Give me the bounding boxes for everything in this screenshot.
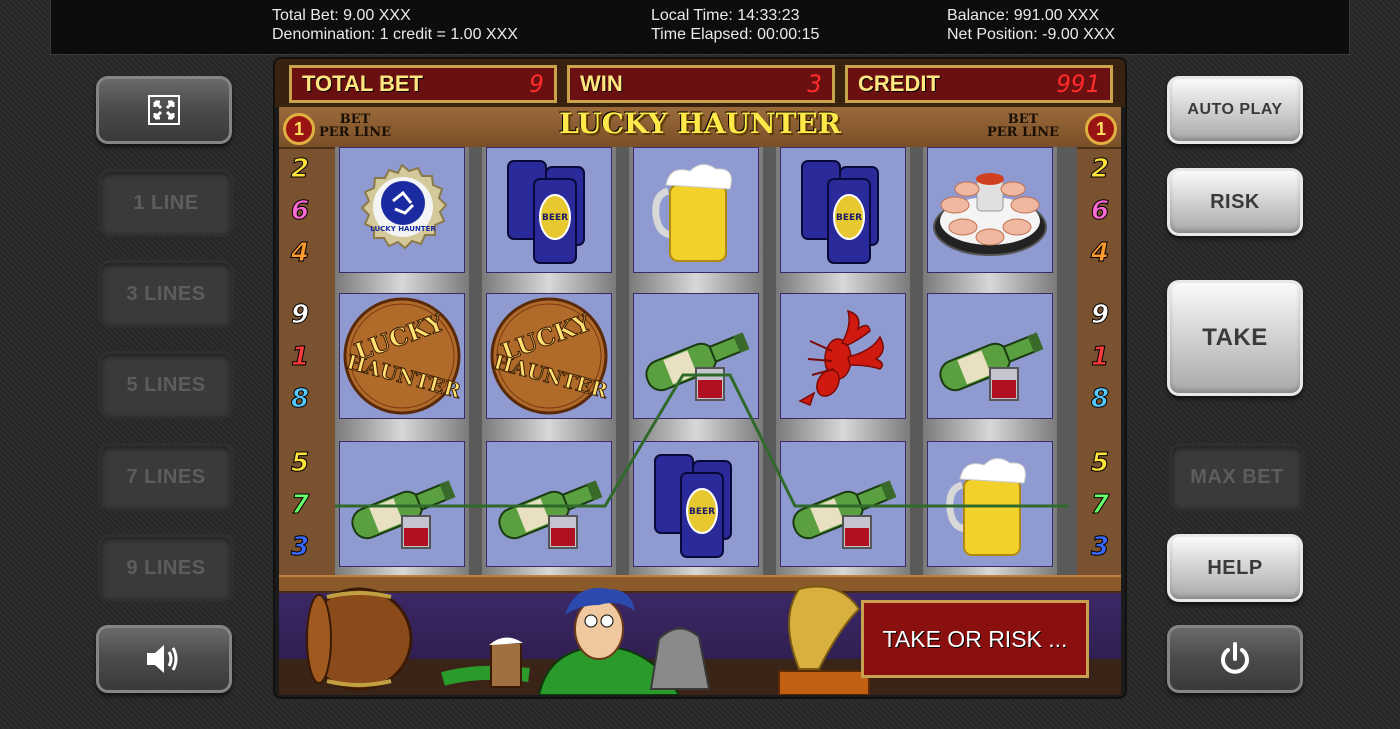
lines-7-label: 7 LINES xyxy=(126,465,206,488)
bet-per-line-right-label: BET PER LINE xyxy=(987,113,1059,139)
right-line-number-7: 7 xyxy=(1090,490,1110,520)
right-line-number-3: 3 xyxy=(1090,532,1110,562)
power-icon xyxy=(1221,642,1249,674)
total-bet-meter-value: 9 xyxy=(529,70,544,98)
fullscreen-icon xyxy=(148,95,180,125)
auto-play-button[interactable]: AUTO PLAY xyxy=(1167,76,1303,144)
lines-5-label: 5 LINES xyxy=(126,373,206,396)
win-meter-label: WIN xyxy=(580,71,623,96)
total-bet-meter-label: TOTAL BET xyxy=(302,71,423,96)
max-bet-label: MAX BET xyxy=(1190,465,1284,488)
right-line-number-5: 5 xyxy=(1090,448,1110,478)
denomination-info: Denomination: 1 credit = 1.00 XXX xyxy=(272,26,518,43)
credit-meter-label: CREDIT xyxy=(858,71,940,96)
lines-3-label: 3 LINES xyxy=(126,282,206,305)
reels-area: LUCKY HAUNTER LUCKY HAUNTER BEER LUCKY H… xyxy=(335,147,1077,575)
left-line-number-2: 2 xyxy=(290,154,310,184)
take-or-risk-message: TAKE OR RISK ... xyxy=(861,600,1089,678)
credit-meter: CREDIT 991 xyxy=(845,65,1113,103)
right-line-number-4: 4 xyxy=(1090,238,1110,268)
risk-label: RISK xyxy=(1210,190,1260,213)
gramophone-icon xyxy=(778,585,870,695)
left-line-number-9: 9 xyxy=(290,300,310,330)
lines-5-button[interactable]: 5 LINES xyxy=(98,351,234,419)
lines-1-button[interactable]: 1 LINE xyxy=(98,169,234,237)
help-label: HELP xyxy=(1207,556,1263,579)
man-character-icon xyxy=(441,588,681,695)
net-position-info: Net Position: -9.00 XXX xyxy=(947,26,1116,43)
lines-3-button[interactable]: 3 LINES xyxy=(98,260,234,328)
sound-button[interactable] xyxy=(96,625,232,693)
take-label: TAKE xyxy=(1202,324,1268,351)
credit-meter-value: 991 xyxy=(1056,70,1100,98)
win-meter: WIN 3 xyxy=(567,65,835,103)
barrel-icon xyxy=(305,587,413,691)
power-button[interactable] xyxy=(1167,625,1303,693)
help-button[interactable]: HELP xyxy=(1167,534,1303,602)
total-bet-info: Total Bet: 9.00 XXX xyxy=(272,7,411,24)
bet-per-line-right-coin: 1 xyxy=(1085,113,1117,145)
fullscreen-button[interactable] xyxy=(96,76,232,144)
left-line-number-3: 3 xyxy=(290,532,310,562)
lines-1-label: 1 LINE xyxy=(133,191,199,214)
game-screen[interactable]: TOTAL BET 9 WIN 3 CREDIT 991 1 BET PER LI… xyxy=(273,57,1127,699)
lines-7-button[interactable]: 7 LINES xyxy=(98,443,234,511)
left-line-number-7: 7 xyxy=(290,490,310,520)
right-line-number-8: 8 xyxy=(1090,384,1110,414)
total-bet-meter: TOTAL BET 9 xyxy=(289,65,557,103)
max-bet-button[interactable]: MAX BET xyxy=(1169,443,1305,511)
take-button[interactable]: TAKE xyxy=(1167,280,1303,396)
lines-9-label: 9 LINES xyxy=(126,556,206,579)
left-line-number-6: 6 xyxy=(290,196,310,226)
right-line-number-6: 6 xyxy=(1090,196,1110,226)
auto-play-label: AUTO PLAY xyxy=(1187,101,1283,118)
win-line xyxy=(335,373,1069,508)
lines-9-button[interactable]: 9 LINES xyxy=(98,534,234,602)
time-elapsed-info: Time Elapsed: 00:00:15 xyxy=(651,26,820,43)
left-line-number-5: 5 xyxy=(290,448,310,478)
win-meter-value: 3 xyxy=(807,70,822,98)
right-line-number-2: 2 xyxy=(1090,154,1110,184)
bpl-right-line2: PER LINE xyxy=(987,125,1060,140)
right-line-number-1: 1 xyxy=(1090,342,1110,372)
left-line-number-4: 4 xyxy=(290,238,310,268)
coat-hanger-icon xyxy=(649,627,711,690)
local-time-info: Local Time: 14:33:23 xyxy=(651,7,800,24)
left-line-number-1: 1 xyxy=(290,342,310,372)
risk-button[interactable]: RISK xyxy=(1167,168,1303,236)
balance-info: Balance: 991.00 XXX xyxy=(947,7,1100,24)
right-line-number-9: 9 xyxy=(1090,300,1110,330)
speaker-icon xyxy=(147,645,178,673)
session-info-bar: Total Bet: 9.00 XXX Denomination: 1 cred… xyxy=(50,0,1350,55)
left-line-number-8: 8 xyxy=(290,384,310,414)
